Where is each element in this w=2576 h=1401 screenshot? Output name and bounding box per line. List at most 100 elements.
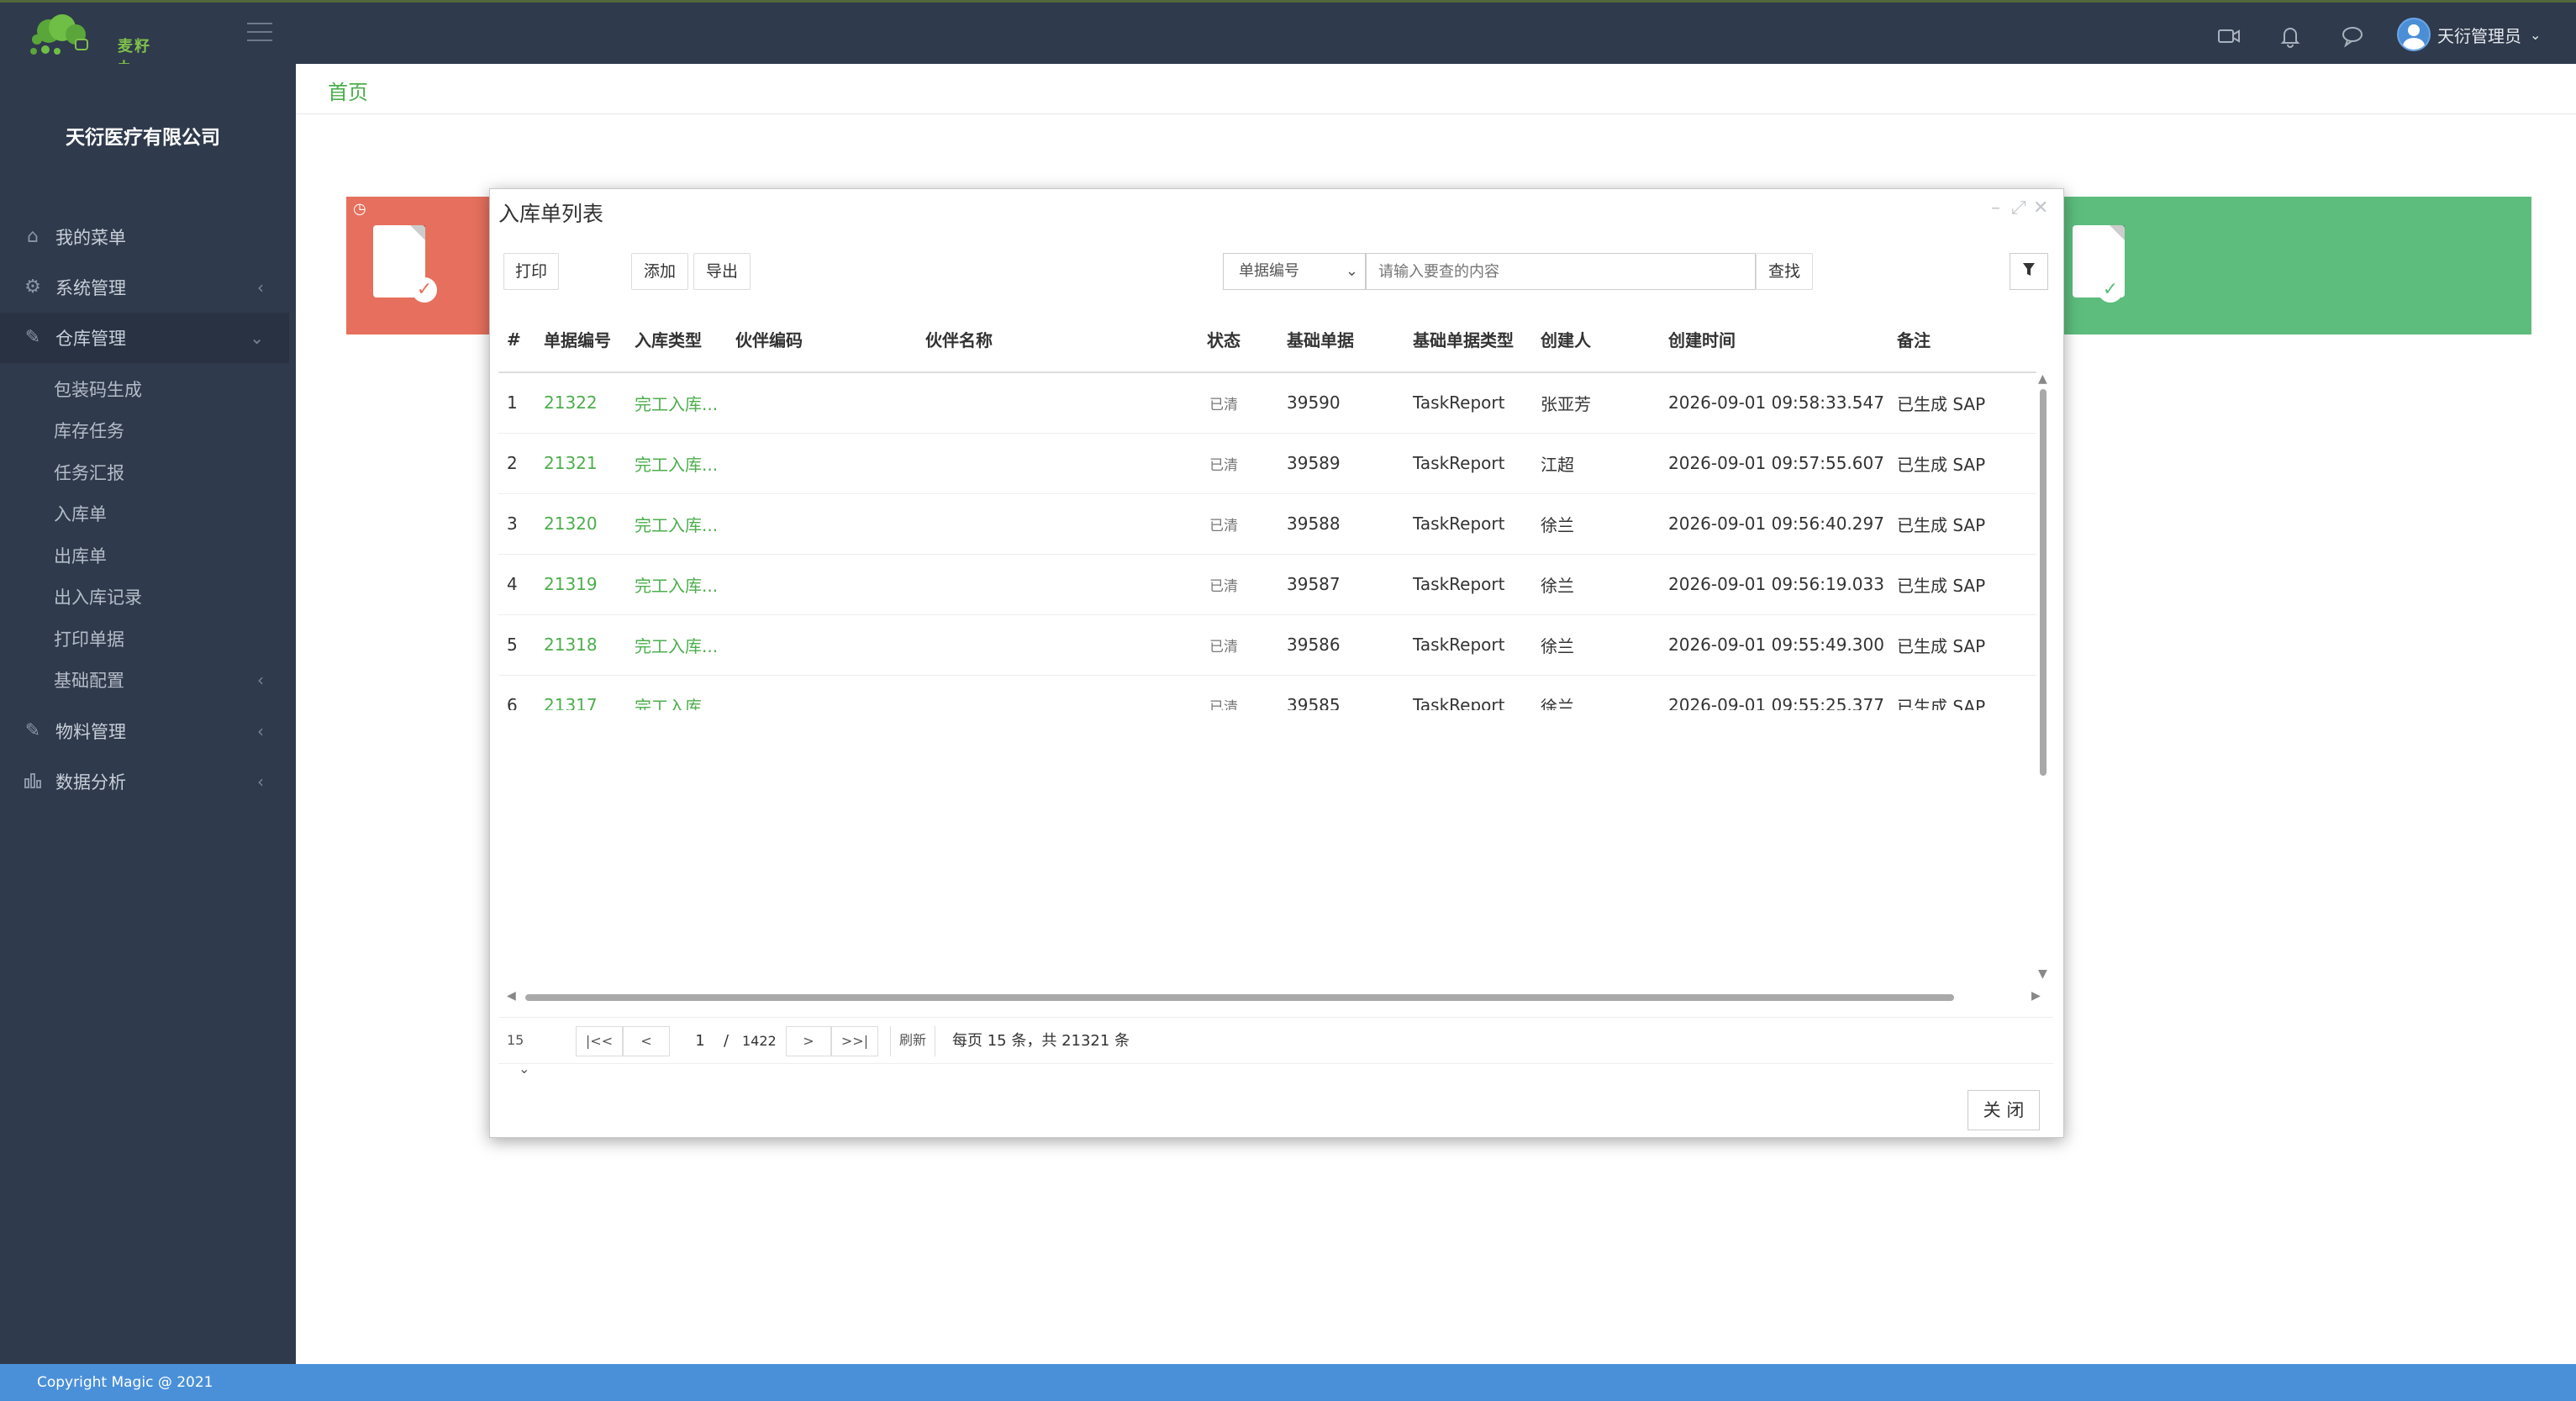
- minimize-icon[interactable]: –: [1991, 198, 2000, 219]
- app-logo[interactable]: 麦籽丸: [24, 9, 158, 77]
- sidebar-subitem-barcode[interactable]: 包装码生成: [0, 368, 289, 410]
- maximize-icon[interactable]: ⤢: [2011, 198, 2026, 219]
- edit-icon: ✎: [24, 720, 41, 741]
- col-header[interactable]: #: [498, 307, 535, 373]
- table-row[interactable]: 4 21319 完工入库... 已清 39587 TaskReport 徐兰 2026-09-…: [498, 554, 2036, 615]
- col-header[interactable]: 入库类型: [626, 307, 727, 373]
- warehouse-submenu: 包装码生成 库存任务 任务汇报 入库单 出库单 出入库记录 打印单据 基础配置 ‹: [0, 363, 289, 706]
- partner-name: [917, 433, 1169, 494]
- doc-code[interactable]: 21322: [535, 372, 626, 434]
- sidebar-item-my-menu[interactable]: ⌂ 我的菜单: [0, 212, 289, 262]
- last-page-button[interactable]: >>|: [831, 1026, 878, 1056]
- inbound-type[interactable]: 完工入库...: [626, 493, 727, 555]
- note: 已生成 SAP: [1889, 372, 2036, 434]
- dashboard-card-green[interactable]: ✓: [2061, 197, 2531, 334]
- sidebar-item-material[interactable]: ✎ 物料管理 ‹: [0, 706, 289, 756]
- video-icon[interactable]: [2217, 24, 2241, 48]
- table-row[interactable]: 2 21321 完工入库... 已清 39589 TaskReport 江超 2026-09-…: [498, 433, 2036, 494]
- base-doc-type: TaskReport: [1404, 554, 1532, 615]
- search-button[interactable]: 查找: [1756, 253, 1813, 290]
- filter-button[interactable]: [2010, 253, 2048, 290]
- search-input[interactable]: [1366, 253, 1756, 290]
- scroll-down-icon[interactable]: ▼: [2038, 967, 2047, 981]
- sidebar-subitem-print[interactable]: 打印单据: [0, 618, 289, 660]
- vertical-scrollbar[interactable]: ▲: [2036, 372, 2050, 776]
- page-size-select[interactable]: 15 ⌄: [498, 1026, 550, 1077]
- col-header[interactable]: 状态: [1169, 307, 1278, 373]
- refresh-button[interactable]: 刷新: [890, 1026, 935, 1056]
- bell-icon[interactable]: [2278, 24, 2302, 48]
- base-doc: 39590: [1278, 372, 1404, 434]
- col-header[interactable]: 基础单据类型: [1404, 307, 1532, 373]
- col-header[interactable]: 创建人: [1532, 307, 1660, 373]
- scroll-left-icon[interactable]: ◀: [507, 989, 516, 1003]
- next-page-button[interactable]: >: [786, 1026, 831, 1056]
- creator: 徐兰: [1532, 554, 1660, 615]
- sidebar-subitem-label: 基础配置: [54, 671, 124, 692]
- base-doc-type: TaskReport: [1404, 493, 1532, 555]
- sidebar-item-analytics[interactable]: 数据分析 ‹: [0, 756, 289, 807]
- sidebar-item-label: 数据分析: [55, 772, 126, 793]
- current-page[interactable]: 1: [690, 1026, 710, 1056]
- partner-code: [727, 614, 917, 676]
- sidebar-subitem-records[interactable]: 出入库记录: [0, 577, 289, 619]
- horizontal-scrollbar[interactable]: ◀ ▶: [507, 989, 2048, 1006]
- close-icon[interactable]: ✕: [2033, 198, 2048, 219]
- menu-toggle-icon[interactable]: [247, 23, 272, 43]
- add-button[interactable]: 添加: [631, 253, 688, 290]
- inbound-type[interactable]: 完工入库...: [626, 614, 727, 676]
- col-header[interactable]: 伙伴编码: [727, 307, 917, 373]
- dashboard-card-red[interactable]: ◷ ✓: [346, 197, 498, 334]
- scroll-up-icon[interactable]: ▲: [2038, 372, 2047, 386]
- inbound-type[interactable]: 完工入库...: [626, 675, 727, 710]
- export-button[interactable]: 导出: [693, 253, 751, 290]
- scrollbar-thumb[interactable]: [525, 994, 1954, 1001]
- first-page-button[interactable]: |<<: [576, 1026, 623, 1056]
- filter-icon: [2023, 263, 2035, 276]
- sidebar-subitem-task-report[interactable]: 任务汇报: [0, 451, 289, 493]
- scrollbar-thumb[interactable]: [2040, 389, 2047, 776]
- sidebar-item-label: 我的菜单: [55, 228, 126, 248]
- col-header[interactable]: 单据编号: [535, 307, 626, 373]
- sidebar-item-warehouse[interactable]: ✎ 仓库管理 ⌄: [0, 313, 289, 363]
- created-time: 2026-09-01 09:57:55.607: [1660, 433, 1889, 494]
- user-menu[interactable]: 天衍管理员 ⌄: [2397, 18, 2541, 51]
- check-icon: ✓: [412, 277, 437, 303]
- col-header[interactable]: 基础单据: [1278, 307, 1404, 373]
- prev-page-button[interactable]: <: [623, 1026, 670, 1056]
- partner-code: [727, 493, 917, 555]
- breadcrumb: 首页: [296, 64, 2576, 114]
- inbound-type[interactable]: 完工入库...: [626, 372, 727, 434]
- sidebar-item-system[interactable]: ⚙ 系统管理 ‹: [0, 262, 289, 313]
- doc-code[interactable]: 21319: [535, 554, 626, 615]
- doc-code[interactable]: 21318: [535, 614, 626, 676]
- col-header[interactable]: 创建时间: [1660, 307, 1889, 373]
- print-button[interactable]: 打印: [503, 253, 559, 290]
- inbound-type[interactable]: 完工入库...: [626, 433, 727, 494]
- total-pages: 1422: [742, 1033, 777, 1049]
- table-row[interactable]: 5 21318 完工入库... 已清 39586 TaskReport 徐兰 2026-09-…: [498, 614, 2036, 676]
- chat-icon[interactable]: [2341, 24, 2364, 48]
- doc-code[interactable]: 21321: [535, 433, 626, 494]
- table-row[interactable]: 1 21322 完工入库... 已清 39590 TaskReport 张亚芳 2026-09…: [498, 372, 2036, 434]
- sidebar-subitem-label: 库存任务: [54, 421, 124, 442]
- sidebar-subitem-config[interactable]: 基础配置 ‹: [0, 660, 289, 702]
- col-header[interactable]: 备注: [1889, 307, 2036, 373]
- base-doc: 39589: [1278, 433, 1404, 494]
- sidebar-subitem-inbound[interactable]: 入库单: [0, 493, 289, 535]
- search-field-select[interactable]: 单据编号 ⌄: [1223, 253, 1366, 290]
- doc-code[interactable]: 21320: [535, 493, 626, 555]
- col-header[interactable]: 伙伴名称: [917, 307, 1169, 373]
- close-dialog-button[interactable]: 关 闭: [1968, 1090, 2040, 1130]
- doc-code[interactable]: 21317: [535, 675, 626, 710]
- partner-code: [727, 433, 917, 494]
- chevron-down-icon: ⌄: [519, 1061, 530, 1077]
- scroll-right-icon[interactable]: ▶: [2031, 989, 2041, 1003]
- inbound-list-dialog: 入库单列表 – ⤢ ✕ 打印 添加 导出 单据编号 ⌄ 查找 # 单据编号 入库…: [489, 188, 2064, 1138]
- sidebar-subitem-stock-task[interactable]: 库存任务: [0, 410, 289, 452]
- sidebar-subitem-outbound[interactable]: 出库单: [0, 535, 289, 577]
- inbound-type[interactable]: 完工入库...: [626, 554, 727, 615]
- breadcrumb-home[interactable]: 首页: [328, 76, 368, 105]
- table-row[interactable]: 3 21320 完工入库... 已清 39588 TaskReport 徐兰 2026-09-…: [498, 493, 2036, 555]
- table-row[interactable]: 6 21317 完工入库... 已清 39585 TaskReport 徐兰 2026-09-…: [498, 675, 2036, 710]
